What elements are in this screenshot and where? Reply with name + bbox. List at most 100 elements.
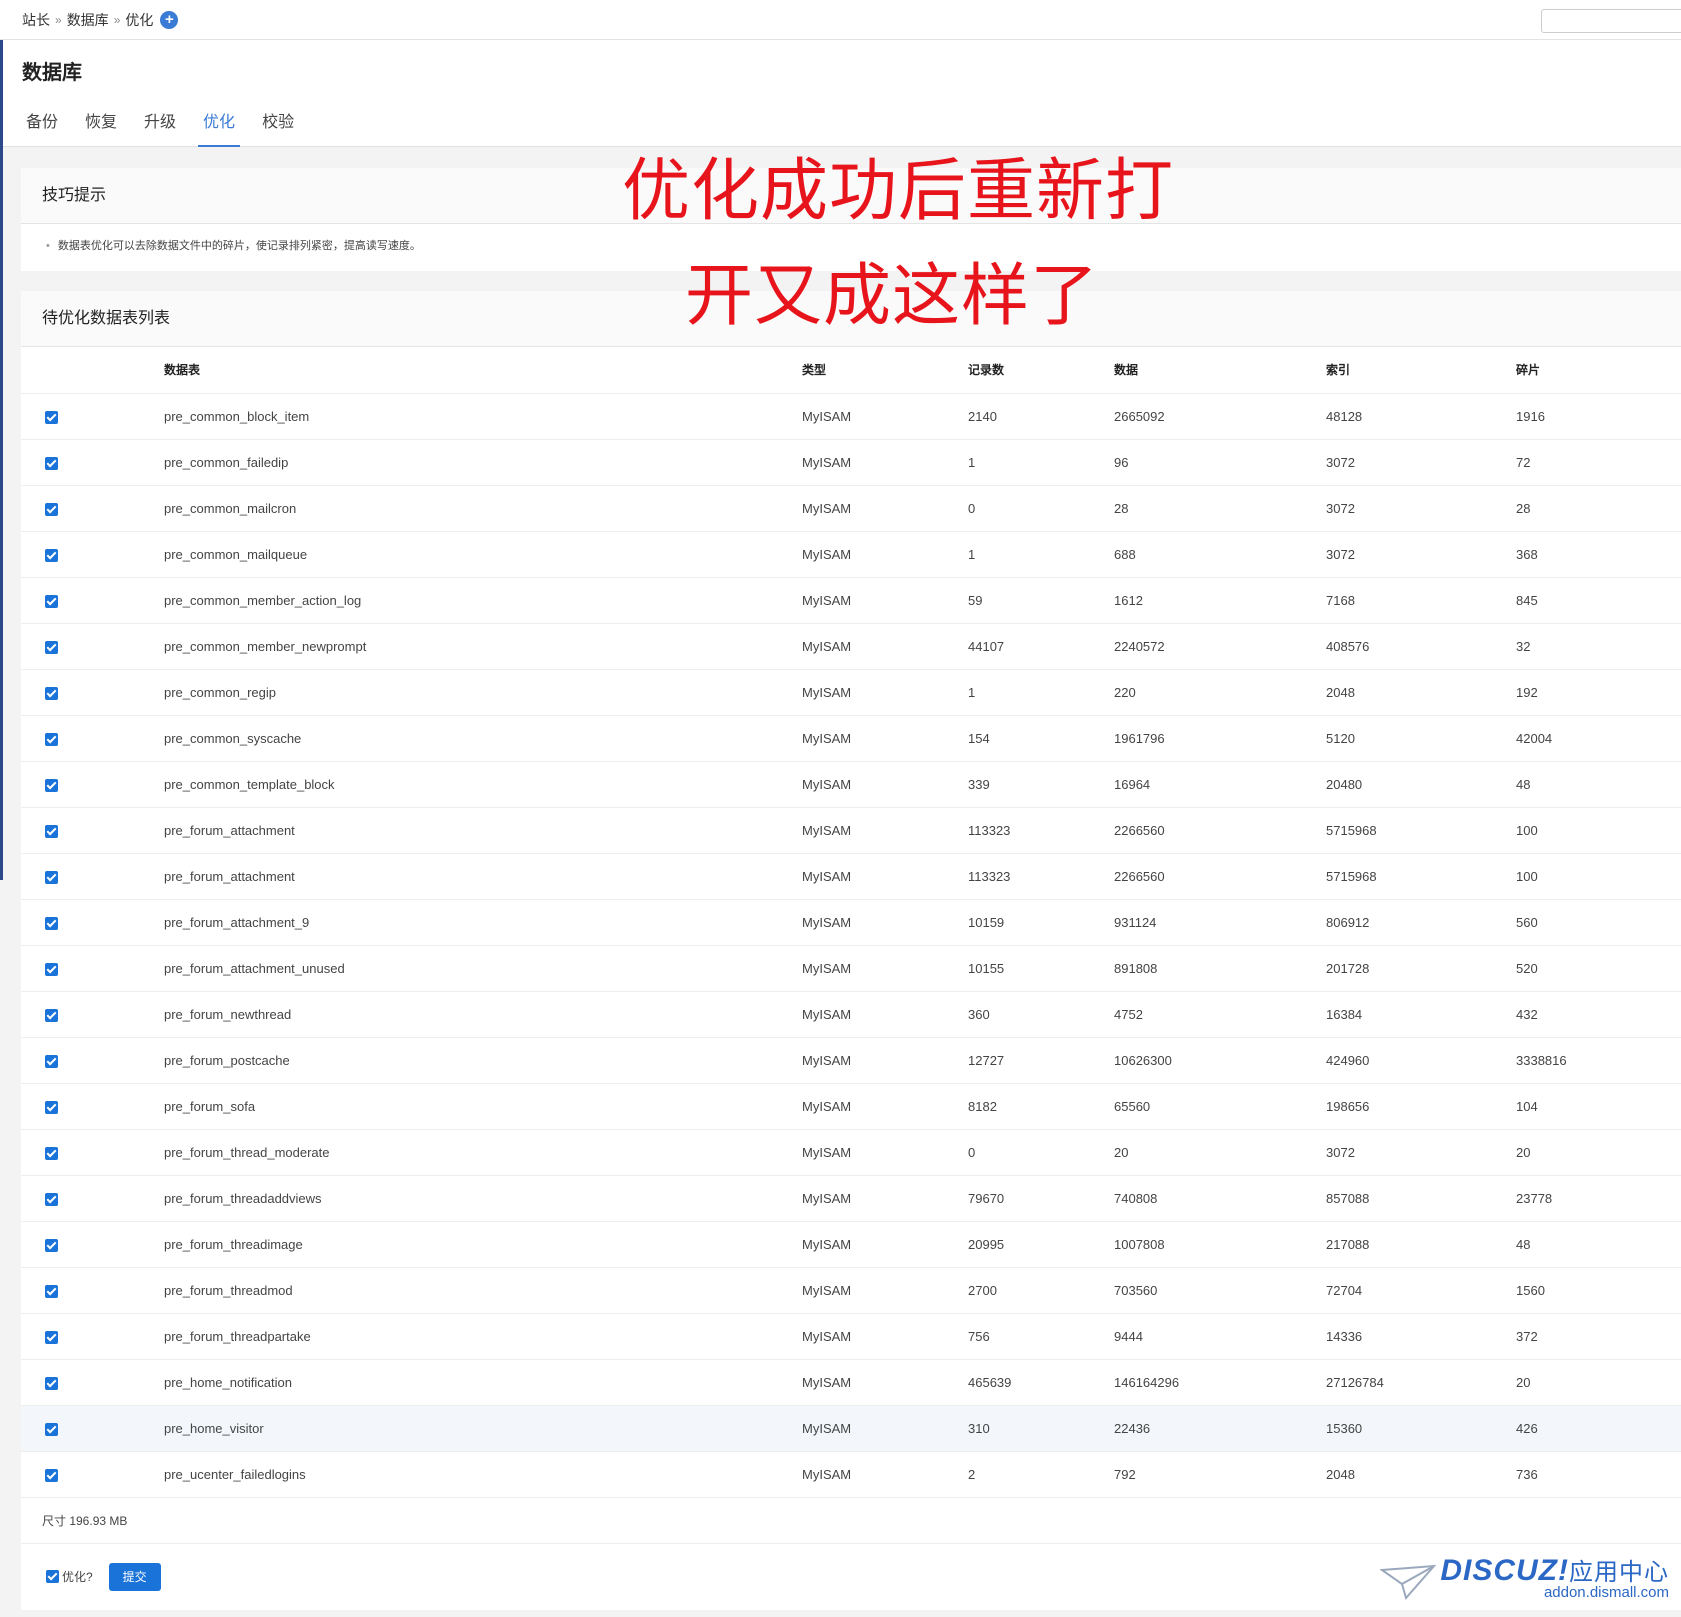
row-checkbox-cell [21,531,164,578]
row-checkbox-cell [21,577,164,624]
fragment-cell: 48 [1516,1221,1681,1268]
data-size-cell: 931124 [1114,899,1326,946]
row-checkbox[interactable] [45,410,58,424]
row-checkbox[interactable] [45,916,58,930]
tab-verify[interactable]: 校验 [262,108,294,147]
table-row: pre_forum_threadmod MyISAM 2700 703560 72704… [21,1267,1681,1314]
tab-backup[interactable]: 备份 [26,108,58,147]
record-count-cell: 113323 [968,807,1114,854]
row-checkbox[interactable] [45,1100,58,1114]
table-name-cell: pre_common_mailcron [164,485,802,532]
record-count-cell: 465639 [968,1359,1114,1406]
table-name-cell: pre_common_syscache [164,715,802,762]
breadcrumb-item[interactable]: 优化 [125,10,153,30]
fragment-cell: 520 [1516,945,1681,992]
column-header: 索引 [1326,347,1516,394]
data-size-cell: 2240572 [1114,623,1326,670]
index-size-cell: 2048 [1326,1451,1516,1498]
row-checkbox[interactable] [45,686,58,700]
page-title: 数据库 [22,62,82,84]
data-size-cell: 2665092 [1114,393,1326,440]
submit-button[interactable]: 提交 [108,1562,161,1591]
optimize-label: 优化? [62,1570,93,1584]
row-checkbox[interactable] [45,824,58,838]
fragment-cell: 1560 [1516,1267,1681,1314]
table-name-cell: pre_forum_attachment [164,853,802,900]
table-name-cell: pre_forum_threadaddviews [164,1175,802,1222]
fragment-cell: 20 [1516,1129,1681,1176]
add-shortcut-icon[interactable]: + [160,10,179,29]
row-checkbox-cell [21,991,164,1038]
index-size-cell: 3072 [1326,1129,1516,1176]
table-row: pre_common_syscache MyISAM 154 1961796 5120 4… [21,715,1681,762]
row-checkbox[interactable] [45,732,58,746]
data-size-cell: 96 [1114,439,1326,486]
tips-text: 数据表优化可以去除数据文件中的碎片，使记录排列紧密，提高读写速度。 [57,240,421,252]
data-size-cell: 891808 [1114,945,1326,992]
watermark-brand-name: DISCUZ! [1440,1554,1569,1587]
row-checkbox[interactable] [45,1238,58,1252]
row-checkbox-cell [21,807,164,854]
table-name-cell: pre_common_member_action_log [164,577,802,624]
row-checkbox[interactable] [45,1468,58,1482]
row-checkbox[interactable] [45,962,58,976]
row-checkbox[interactable] [45,1330,58,1344]
optimize-checkbox[interactable] [46,1570,59,1583]
row-checkbox[interactable] [45,870,58,884]
index-size-cell: 408576 [1326,623,1516,670]
table-type-cell: MyISAM [802,439,968,486]
data-size-cell: 1007808 [1114,1221,1326,1268]
search-input[interactable] [1541,9,1681,33]
fragment-cell: 28 [1516,485,1681,532]
breadcrumb-item[interactable]: 站长 [22,10,50,30]
table-type-cell: MyISAM [802,715,968,762]
row-checkbox[interactable] [45,548,58,562]
row-checkbox[interactable] [45,1054,58,1068]
table-row: pre_home_notification MyISAM 465639 1461642… [21,1359,1681,1406]
tab-restore[interactable]: 恢复 [85,108,117,147]
record-count-cell: 339 [968,761,1114,808]
table-row: pre_common_member_action_log MyISAM 59 1612… [21,577,1681,624]
row-checkbox-cell [21,1221,164,1268]
record-count-cell: 2 [968,1451,1114,1498]
row-checkbox[interactable] [45,502,58,516]
row-checkbox[interactable] [45,640,58,654]
row-checkbox-cell [21,1451,164,1498]
column-header: 类型 [802,347,968,394]
fragment-cell: 32 [1516,623,1681,670]
row-checkbox[interactable] [45,1008,58,1022]
record-count-cell: 79670 [968,1175,1114,1222]
table-type-cell: MyISAM [802,577,968,624]
row-checkbox[interactable] [45,1376,58,1390]
table-type-cell: MyISAM [802,807,968,854]
row-checkbox-cell [21,669,164,716]
index-size-cell: 3072 [1326,439,1516,486]
row-checkbox[interactable] [45,456,58,470]
fragment-cell: 560 [1516,899,1681,946]
data-size-cell: 792 [1114,1451,1326,1498]
data-size-cell: 740808 [1114,1175,1326,1222]
data-size-cell: 703560 [1114,1267,1326,1314]
tab-optimize[interactable]: 优化 [198,108,241,147]
fragment-cell: 432 [1516,991,1681,1038]
data-size-cell: 1961796 [1114,715,1326,762]
index-size-cell: 5715968 [1326,807,1516,854]
table-row: pre_common_failedip MyISAM 1 96 3072 72 [21,439,1681,486]
record-count-cell: 1 [968,531,1114,578]
table-row: pre_common_block_item MyISAM 2140 2665092 48… [21,393,1681,440]
row-checkbox[interactable] [45,1146,58,1160]
row-checkbox[interactable] [45,1192,58,1206]
breadcrumb-item[interactable]: 数据库 [67,10,109,30]
table-type-cell: MyISAM [802,1037,968,1084]
data-size-cell: 2266560 [1114,807,1326,854]
row-checkbox[interactable] [45,1284,58,1298]
table-name-cell: pre_forum_threadpartake [164,1313,802,1360]
column-header: 数据表 [164,347,802,394]
row-checkbox-cell [21,1175,164,1222]
row-checkbox[interactable] [45,594,58,608]
row-checkbox[interactable] [45,778,58,792]
row-checkbox[interactable] [45,1422,58,1436]
fragment-cell: 42004 [1516,715,1681,762]
record-count-cell: 756 [968,1313,1114,1360]
tab-upgrade[interactable]: 升级 [144,108,176,147]
